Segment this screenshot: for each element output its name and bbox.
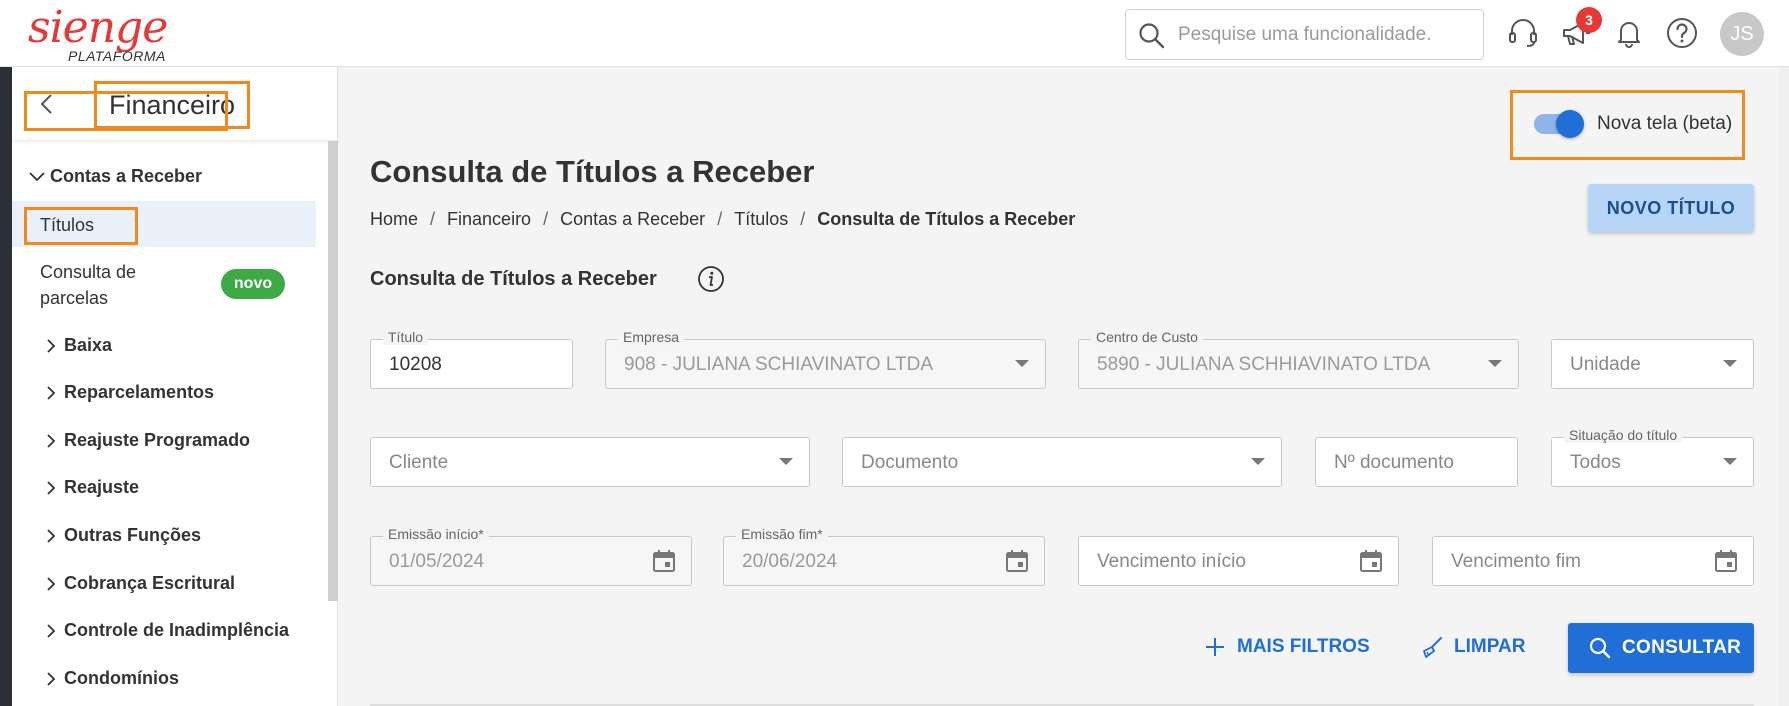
mais-filtros-button[interactable]: MAIS FILTROS	[1203, 633, 1373, 663]
situacao-select[interactable]: Situação do título Todos	[1551, 427, 1754, 487]
calendar-icon[interactable]	[1713, 548, 1739, 574]
vencimento-fim-field[interactable]: Vencimento fim	[1432, 536, 1754, 586]
dropdown-caret-icon	[779, 458, 793, 465]
headset-icon[interactable]	[1506, 16, 1540, 50]
breadcrumb-financeiro[interactable]: Financeiro	[447, 209, 531, 229]
sidebar-group-highlight	[24, 91, 228, 131]
sidebar-item-controle-inadimplencia[interactable]: Controle de Inadimplência	[40, 616, 310, 646]
search-input[interactable]	[1178, 10, 1478, 59]
chevron-right-icon	[47, 386, 56, 400]
breadcrumb-titulos[interactable]: Títulos	[734, 209, 788, 229]
calendar-icon[interactable]	[1358, 548, 1384, 574]
user-avatar[interactable]: JS	[1720, 12, 1764, 56]
sidebar-item-outras-funcoes[interactable]: Outras Funções	[40, 521, 310, 551]
novo-badge: novo	[221, 269, 285, 299]
broom-icon	[1423, 637, 1442, 658]
search-icon	[1589, 637, 1611, 659]
sidebar-item-consulta-parcelas[interactable]: Consulta de parcelas	[40, 259, 190, 311]
breadcrumb-contas-a-receber[interactable]: Contas a Receber	[560, 209, 705, 229]
centro-custo-select[interactable]: Centro de Custo 5890 - JULIANA SCHHIAVIN…	[1078, 329, 1519, 389]
emissao-inicio-field[interactable]: Emissão início* 01/05/2024	[370, 526, 692, 586]
emissao-fim-field[interactable]: Emissão fim* 20/06/2024	[723, 526, 1045, 586]
section-title: Consulta de Títulos a Receber	[370, 268, 657, 290]
vencimento-inicio-field[interactable]: Vencimento início	[1078, 536, 1399, 586]
titulo-input[interactable]: 10208	[389, 354, 442, 376]
bell-icon[interactable]	[1612, 16, 1646, 50]
calendar-icon[interactable]	[651, 548, 677, 574]
n-documento-input[interactable]: Nº documento	[1315, 437, 1518, 487]
sidebar-item-cobranca-escritural[interactable]: Cobrança Escritural	[40, 569, 310, 599]
plus-icon	[1206, 638, 1224, 656]
chevron-right-icon	[47, 577, 56, 591]
calendar-icon[interactable]	[1004, 548, 1030, 574]
dropdown-caret-icon	[1015, 360, 1029, 367]
sidebar-scrollbar[interactable]	[328, 141, 338, 601]
consultar-button[interactable]: CONSULTAR	[1568, 623, 1754, 673]
sidebar-group-contas-a-receber[interactable]: Contas a Receber	[50, 166, 202, 187]
search-box[interactable]	[1125, 9, 1484, 60]
chevron-right-icon	[47, 481, 56, 495]
main-scrollbar[interactable]	[1779, 67, 1789, 706]
toggle-knob[interactable]	[1556, 110, 1584, 138]
sidebar-item-reparcelamentos[interactable]: Reparcelamentos	[40, 378, 310, 408]
chevron-right-icon	[47, 624, 56, 638]
chevron-right-icon	[47, 434, 56, 448]
breadcrumb-home[interactable]: Home	[370, 209, 418, 229]
limpar-button[interactable]: LIMPAR	[1420, 633, 1530, 663]
page-title: Consulta de Títulos a Receber	[370, 154, 815, 189]
empresa-select[interactable]: Empresa 908 - JULIANA SCHIAVINATO LTDA	[605, 329, 1046, 389]
dropdown-caret-icon	[1488, 360, 1502, 367]
dropdown-caret-icon	[1723, 360, 1737, 367]
sidebar-item-baixa[interactable]: Baixa	[40, 331, 310, 361]
dropdown-caret-icon	[1251, 458, 1265, 465]
sidebar-item-reajuste[interactable]: Reajuste	[40, 473, 310, 503]
cliente-select[interactable]: Cliente	[370, 437, 810, 487]
chevron-down-icon	[29, 172, 45, 182]
top-header: sienge PLATAFORMA 3 JS	[0, 0, 1789, 67]
sidebar-item-condominios[interactable]: Condomínios	[40, 664, 310, 694]
search-icon	[1139, 23, 1165, 49]
notification-badge: 3	[1576, 7, 1602, 33]
help-icon[interactable]	[1665, 16, 1699, 50]
novo-titulo-button[interactable]: NOVO TÍTULO	[1588, 184, 1754, 232]
sidebar-item-reajuste-programado[interactable]: Reajuste Programado	[40, 426, 310, 456]
sienge-logo[interactable]: sienge PLATAFORMA	[28, 2, 178, 65]
dropdown-caret-icon	[1723, 458, 1737, 465]
app-rail	[0, 67, 12, 706]
sidebar-item-titulos-label: Títulos	[40, 215, 95, 235]
titulo-field[interactable]: Título 10208	[370, 329, 573, 389]
logo-subtext: PLATAFORMA	[68, 48, 166, 64]
info-icon[interactable]	[697, 265, 725, 293]
chevron-right-icon	[47, 529, 56, 543]
toggle-label: Nova tela (beta)	[1597, 113, 1733, 134]
breadcrumb-current: Consulta de Títulos a Receber	[817, 209, 1076, 229]
chevron-right-icon	[47, 672, 56, 686]
logo-text: sienge	[28, 2, 168, 53]
documento-select[interactable]: Documento	[842, 437, 1282, 487]
unidade-select[interactable]: Unidade	[1551, 339, 1754, 389]
breadcrumb: Home / Financeiro / Contas a Receber / Títulos…	[370, 209, 1076, 229]
chevron-right-icon	[47, 339, 56, 353]
